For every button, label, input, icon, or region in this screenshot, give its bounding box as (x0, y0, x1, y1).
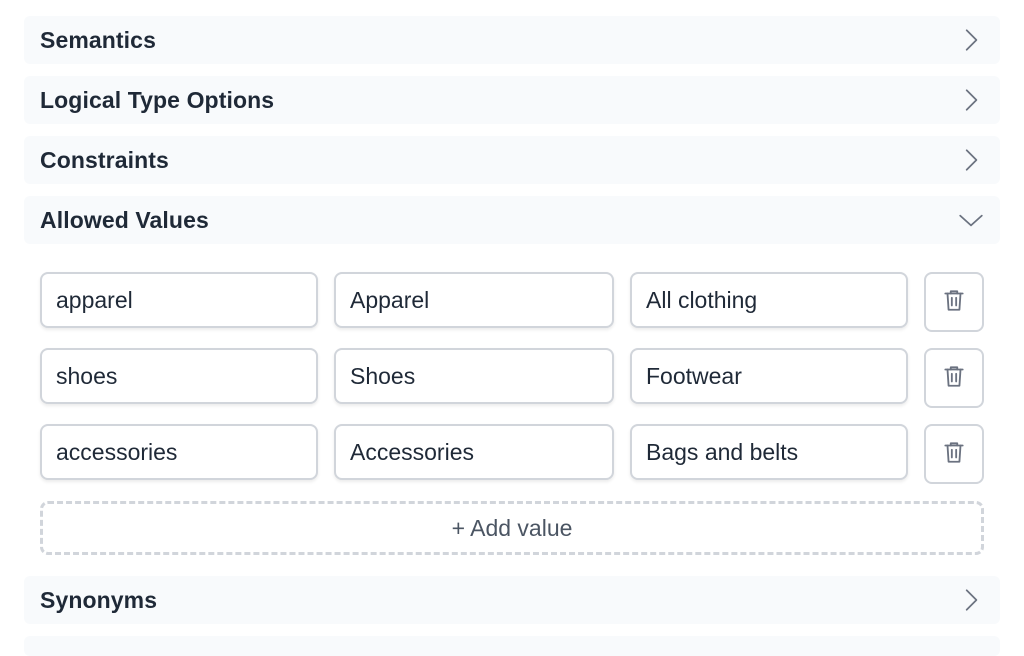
trash-icon (941, 287, 967, 318)
allowed-value-row (40, 272, 984, 332)
section-next-header[interactable] (24, 636, 1000, 656)
value-input[interactable] (40, 424, 318, 480)
value-input[interactable] (40, 348, 318, 404)
chevron-right-icon (958, 147, 984, 173)
value-input[interactable] (40, 272, 318, 328)
label-input[interactable] (334, 348, 614, 404)
trash-icon (941, 439, 967, 470)
allowed-value-row (40, 348, 984, 408)
description-input[interactable] (630, 424, 908, 480)
delete-value-button[interactable] (924, 272, 984, 332)
delete-value-button[interactable] (924, 348, 984, 408)
section-title: Logical Type Options (40, 86, 275, 113)
label-input[interactable] (334, 272, 614, 328)
section-title: Semantics (40, 26, 156, 53)
trash-icon (941, 363, 967, 394)
allowed-value-row (40, 424, 984, 484)
section-synonyms-header[interactable]: Synonyms (24, 576, 1000, 624)
section-constraints-header[interactable]: Constraints (24, 136, 1000, 184)
chevron-down-icon (958, 207, 984, 233)
description-input[interactable] (630, 272, 908, 328)
chevron-right-icon (958, 587, 984, 613)
chevron-right-icon (958, 87, 984, 113)
chevron-right-icon (958, 27, 984, 53)
delete-value-button[interactable] (924, 424, 984, 484)
section-title: Constraints (40, 146, 169, 173)
description-input[interactable] (630, 348, 908, 404)
section-title: Synonyms (40, 586, 158, 613)
label-input[interactable] (334, 424, 614, 480)
section-semantics-header[interactable]: Semantics (24, 16, 1000, 64)
section-title: Allowed Values (40, 206, 209, 233)
section-logical-type-options-header[interactable]: Logical Type Options (24, 76, 1000, 124)
section-allowed-values-header[interactable]: Allowed Values (24, 196, 1000, 244)
add-value-button[interactable]: + Add value (40, 501, 984, 555)
